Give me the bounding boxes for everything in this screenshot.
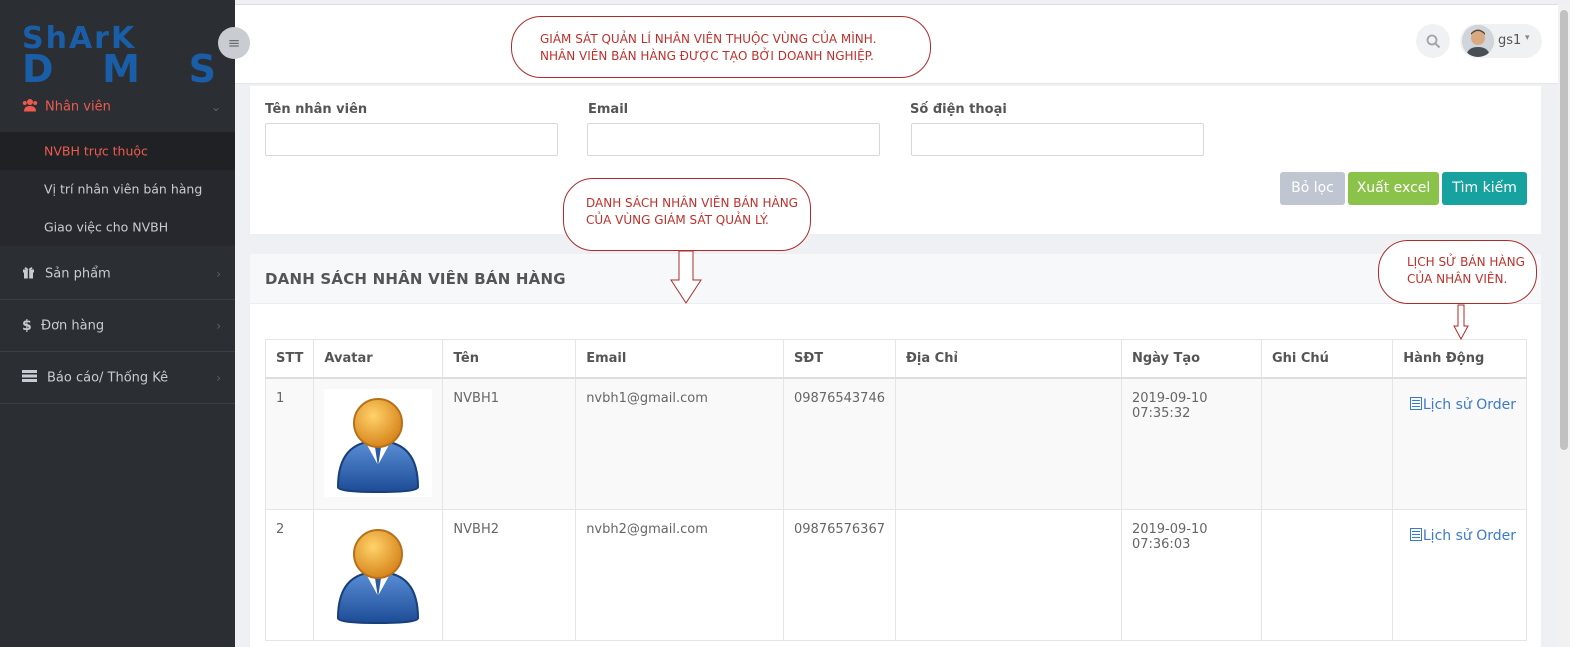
sidebar-subitem-vi-tri-nhan-vien[interactable]: Vị trí nhân viên bán hàng bbox=[0, 170, 235, 208]
staff-table: STT Avatar Tên Email SĐT Địa Chỉ Ngày Tạ… bbox=[264, 339, 1527, 641]
list-icon bbox=[1409, 396, 1422, 410]
cell-stt: 2 bbox=[264, 508, 315, 641]
annotation-text: GIÁM SÁT QUẢN LÍ NHÂN VIÊN THUỘC VÙNG CỦ… bbox=[540, 32, 877, 46]
column-header-stt[interactable]: STT bbox=[264, 339, 315, 379]
annotation-callout-staff-list: DANH SÁCH NHÂN VIÊN BÁN HÀNG CỦA VÙNG GI… bbox=[563, 178, 811, 251]
sidebar-subitem-label: NVBH trực thuộc bbox=[44, 143, 148, 159]
cell-action: Lịch sử Order bbox=[1392, 508, 1527, 641]
brand-logo[interactable]: ShArK DMS bbox=[0, 0, 235, 84]
table-header-row: STT Avatar Tên Email SĐT Địa Chỉ Ngày Tạ… bbox=[264, 339, 1527, 379]
caret-down-icon: ▾ bbox=[1525, 33, 1530, 43]
cell-phone: 09876543746 bbox=[783, 377, 896, 510]
sidebar-item-label: Nhân viên bbox=[45, 99, 111, 115]
email-filter-input[interactable] bbox=[587, 123, 880, 156]
column-header-email[interactable]: Email bbox=[575, 339, 785, 379]
sidebar-item-nhan-vien[interactable]: Nhân viên ⌄ bbox=[0, 84, 235, 130]
column-header-phone[interactable]: SĐT bbox=[783, 339, 896, 379]
user-avatar-image bbox=[324, 519, 433, 628]
chevron-down-icon: ⌄ bbox=[210, 100, 221, 114]
cell-email: nvbh1@gmail.com bbox=[575, 377, 785, 510]
cell-avatar bbox=[313, 508, 444, 641]
search-submit-button[interactable]: Tìm kiếm bbox=[1442, 172, 1527, 205]
cell-stt: 1 bbox=[264, 377, 315, 510]
annotation-text: CỦA VÙNG GIÁM SÁT QUẢN LÝ. bbox=[586, 213, 769, 227]
svg-text:DMS: DMS bbox=[22, 47, 220, 84]
cell-phone: 09876576367 bbox=[783, 508, 896, 641]
column-header-action[interactable]: Hành Động bbox=[1392, 339, 1527, 379]
order-history-label: Lịch sử Order bbox=[1422, 396, 1516, 413]
sidebar-item-san-pham[interactable]: Sản phẩm › bbox=[0, 248, 235, 300]
annotation-arrow-down-icon bbox=[1453, 304, 1469, 340]
name-filter-input[interactable] bbox=[265, 123, 558, 156]
cell-address bbox=[895, 377, 1122, 510]
chevron-right-icon: › bbox=[216, 266, 221, 281]
sidebar-item-don-hang[interactable]: $ Đơn hàng › bbox=[0, 300, 235, 352]
column-header-name[interactable]: Tên bbox=[442, 339, 577, 379]
order-history-label: Lịch sử Order bbox=[1422, 527, 1516, 544]
cell-note bbox=[1260, 377, 1394, 510]
cell-address bbox=[895, 508, 1122, 641]
window-edge bbox=[1570, 0, 1594, 647]
panel-title: DANH SÁCH NHÂN VIÊN BÁN HÀNG bbox=[265, 270, 566, 288]
annotation-text: LỊCH SỬ BÁN HÀNG bbox=[1407, 255, 1525, 269]
sidebar-toggle-button[interactable]: ≡ bbox=[218, 27, 250, 59]
report-icon bbox=[22, 369, 37, 386]
menu-icon: ≡ bbox=[227, 34, 241, 52]
cell-avatar bbox=[313, 377, 444, 510]
cell-name: NVBH2 bbox=[442, 508, 577, 641]
cell-action: Lịch sử Order bbox=[1392, 377, 1527, 510]
cell-email: nvbh2@gmail.com bbox=[575, 508, 785, 641]
order-history-link[interactable]: Lịch sử Order bbox=[1409, 527, 1516, 544]
users-icon bbox=[22, 99, 38, 116]
annotation-text: DANH SÁCH NHÂN VIÊN BÁN HÀNG bbox=[586, 196, 798, 210]
staff-list-panel: DANH SÁCH NHÂN VIÊN BÁN HÀNG STT Avatar … bbox=[250, 254, 1541, 647]
dollar-icon: $ bbox=[22, 317, 32, 334]
column-header-created[interactable]: Ngày Tạo bbox=[1120, 339, 1262, 379]
cell-name: NVBH1 bbox=[442, 377, 577, 510]
search-icon bbox=[1426, 34, 1440, 49]
chevron-right-icon: › bbox=[216, 318, 221, 333]
gift-icon bbox=[22, 265, 35, 282]
sidebar: ShArK DMS ≡ Nhân viên ⌄ NVBH trực thuộc … bbox=[0, 0, 250, 647]
table-row: 2 NVBH2 nvbh2@gmail.com 09876576367 2019… bbox=[264, 508, 1527, 641]
email-filter-label: Email bbox=[588, 102, 629, 117]
column-header-avatar[interactable]: Avatar bbox=[313, 339, 444, 379]
cell-note bbox=[1260, 508, 1394, 641]
scrollbar-thumb[interactable] bbox=[1560, 10, 1568, 450]
sidebar-item-label: Đơn hàng bbox=[41, 318, 105, 333]
panel-header: DANH SÁCH NHÂN VIÊN BÁN HÀNG bbox=[250, 254, 1541, 304]
search-button[interactable] bbox=[1416, 24, 1450, 58]
user-avatar-image bbox=[324, 388, 433, 497]
avatar bbox=[1462, 25, 1494, 57]
order-history-link[interactable]: Lịch sử Order bbox=[1409, 396, 1516, 413]
phone-filter-label: Số điện thoại bbox=[910, 102, 1007, 117]
sidebar-item-label: Báo cáo/ Thống Kê bbox=[47, 370, 169, 385]
page-scrollbar[interactable] bbox=[1558, 4, 1570, 647]
user-name: gs1 bbox=[1498, 33, 1522, 48]
cell-created: 2019-09-10 07:35:32 bbox=[1120, 377, 1262, 510]
annotation-text: CỦA NHÂN VIÊN. bbox=[1407, 272, 1508, 286]
sidebar-subitem-giao-viec[interactable]: Giao việc cho NVBH bbox=[0, 208, 235, 246]
sidebar-subitem-label: Vị trí nhân viên bán hàng bbox=[44, 181, 203, 197]
annotation-callout-supervision: GIÁM SÁT QUẢN LÍ NHÂN VIÊN THUỘC VÙNG CỦ… bbox=[511, 16, 931, 78]
annotation-callout-order-history: LỊCH SỬ BÁN HÀNG CỦA NHÂN VIÊN. bbox=[1378, 240, 1537, 304]
sidebar-subitem-nvbh-truc-thuoc[interactable]: NVBH trực thuộc bbox=[0, 132, 235, 170]
table-row: 1 NVBH1 nvbh1@gmail.com 09876543746 2019… bbox=[264, 377, 1527, 510]
name-filter-label: Tên nhân viên bbox=[265, 102, 368, 117]
column-header-note[interactable]: Ghi Chú bbox=[1260, 339, 1394, 379]
filter-panel: Tên nhân viên Email Số điện thoại Bỏ lọc… bbox=[250, 86, 1541, 234]
annotation-arrow-down-icon bbox=[670, 250, 702, 304]
clear-filter-button[interactable]: Bỏ lọc bbox=[1280, 172, 1345, 205]
user-menu[interactable]: gs1 ▾ bbox=[1460, 24, 1542, 58]
sidebar-item-label: Sản phẩm bbox=[45, 266, 111, 281]
cell-created: 2019-09-10 07:36:03 bbox=[1120, 508, 1262, 641]
list-icon bbox=[1409, 527, 1422, 541]
chevron-right-icon: › bbox=[216, 370, 221, 385]
export-excel-button[interactable]: Xuất excel bbox=[1348, 172, 1439, 205]
column-header-address[interactable]: Địa Chỉ bbox=[895, 339, 1122, 379]
sidebar-item-bao-cao[interactable]: Báo cáo/ Thống Kê › bbox=[0, 352, 235, 404]
annotation-text: NHÂN VIÊN BÁN HÀNG ĐƯỢC TẠO BỞI DOANH NG… bbox=[540, 49, 874, 63]
phone-filter-input[interactable] bbox=[911, 123, 1204, 156]
sidebar-subitem-label: Giao việc cho NVBH bbox=[44, 219, 169, 235]
